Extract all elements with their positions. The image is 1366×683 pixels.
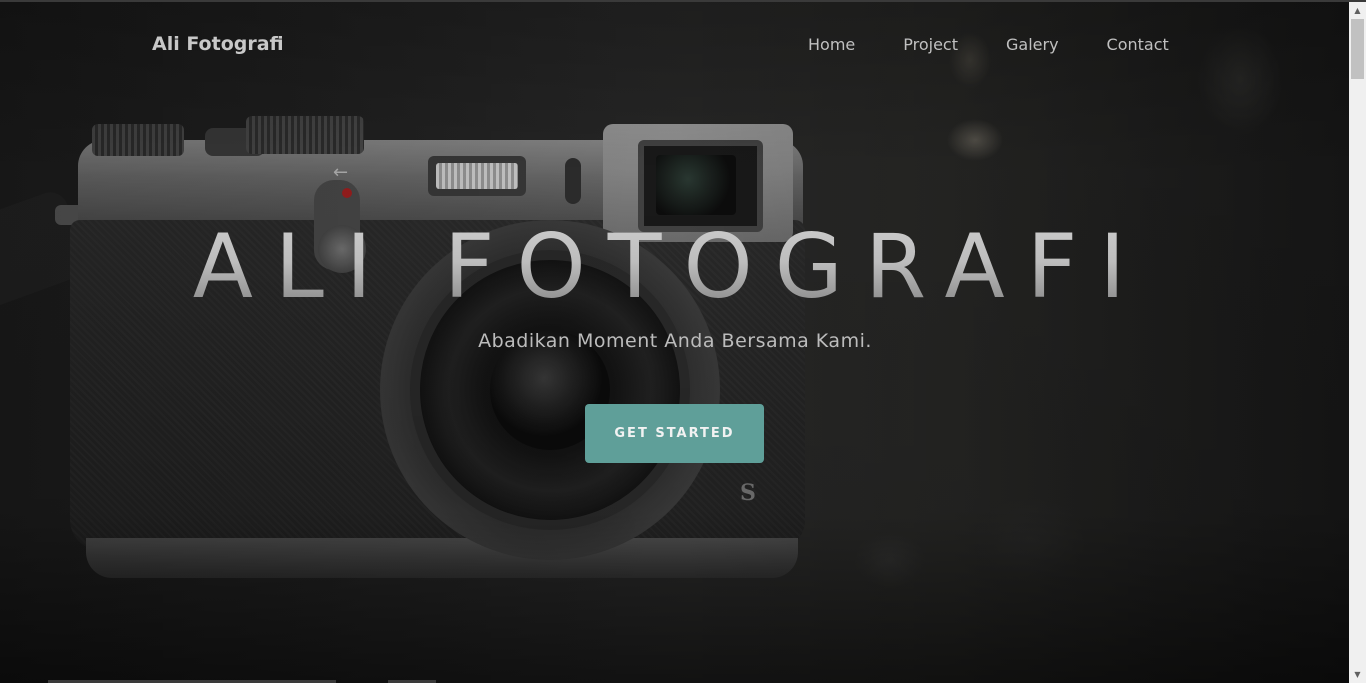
hero-section: ← S Ali Fotografi Home Project Galery Co… [0,0,1349,683]
scroll-up-arrow-icon[interactable]: ▲ [1349,2,1366,19]
vertical-scrollbar[interactable]: ▲ ▼ [1349,2,1366,683]
hero-title: ALI FOTOGRAFI [180,212,1160,322]
nav-link-project[interactable]: Project [903,35,958,54]
brand-logo[interactable]: Ali Fotografi [152,33,284,55]
nav-links: Home Project Galery Contact [808,35,1169,54]
window-top-border [0,0,1366,2]
scrollbar-thumb[interactable] [1351,19,1364,79]
nav-link-contact[interactable]: Contact [1107,35,1169,54]
nav-link-home[interactable]: Home [808,35,855,54]
nav-link-galery[interactable]: Galery [1006,35,1059,54]
get-started-button[interactable]: GET STARTED [585,404,764,463]
navbar: Ali Fotografi Home Project Galery Contac… [0,0,1349,90]
scroll-down-arrow-icon[interactable]: ▼ [1349,666,1366,683]
hero-subtitle: Abadikan Moment Anda Bersama Kami. [478,330,872,352]
